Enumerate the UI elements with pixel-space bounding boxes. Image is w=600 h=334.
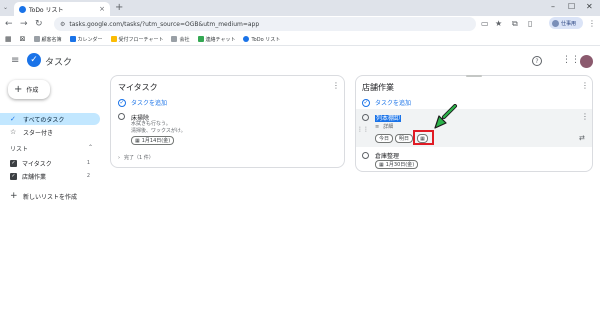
bookmark-item[interactable]: カレンダー [69,36,103,43]
create-button[interactable]: + 作成 [8,80,50,99]
url-text: tasks.google.com/tasks/?utm_source=OGB&u… [69,20,260,28]
store-add-task[interactable]: ✓ タスクを追加 [362,98,411,107]
bookmark-item[interactable]: ToDo リスト [243,36,280,43]
maximize-icon[interactable]: ☐ [568,1,575,13]
sidepanel-icon[interactable]: ▯ [528,18,532,30]
repeat-icon[interactable]: ⇄ [579,134,585,142]
completed-toggle[interactable]: › 完了（1 件） [118,154,154,162]
back-icon[interactable]: ← [5,18,13,30]
drag-handle[interactable] [466,75,482,77]
task-date-chip[interactable]: ▦ 1月30日(金) [375,160,419,169]
main-menu-icon[interactable]: ≡ [11,56,19,66]
create-label: 作成 [26,87,39,94]
sidebar-item-all-tasks[interactable]: ✓ すべてのタスク [0,113,100,125]
task-title-input[interactable]: 列本棚卸 [375,113,402,122]
cast-icon[interactable]: ▭ [481,18,489,30]
calendar-icon: ▦ [379,161,384,168]
task-note: 水拭きも行なう。 [131,121,171,127]
notes-icon: ≡ [375,123,380,130]
tasks-icon [243,36,250,42]
calendar-icon [69,36,76,42]
bookmark-item[interactable]: 連絡チャット [197,36,235,43]
plus-icon: + [14,83,23,95]
list-count: 1 [86,160,90,166]
task-note: 清掃後、ワックスがけ。 [131,128,186,134]
pointer-arrow-icon [434,104,457,129]
tasks-favicon-icon [19,5,26,13]
browser-tab[interactable]: ToDo リスト × [14,2,110,16]
sidebar-item-starred[interactable]: ☆ スター付き [0,126,100,138]
apps-grid-icon[interactable]: ▦ [5,35,12,43]
store-title: 店舗作業 [362,83,394,92]
list-count: 2 [86,173,90,179]
tab-search-icon[interactable]: ⌄ [3,4,11,12]
drag-handle-icon[interactable]: ⋮⋮ [357,126,369,133]
folder-icon [171,36,178,42]
folder-icon [33,36,40,42]
task-kebab-icon[interactable]: ⋮ [581,112,589,121]
close-icon[interactable]: × [99,5,110,13]
app-title: タスク [45,58,73,68]
chevron-right-icon: › [118,154,120,161]
task-complete-circle[interactable] [362,114,369,121]
task-title[interactable]: 倉庫整理 [375,151,399,160]
sheet-icon [110,36,117,42]
google-apps-icon[interactable]: ⋮⋮ [562,55,580,65]
new-tab-button[interactable]: + [115,2,123,14]
bookmark-item[interactable]: 会社 [171,36,190,43]
plus-icon: + [10,191,18,201]
mytasks-title: マイタスク [118,83,158,92]
address-bar[interactable]: ⚙ tasks.google.com/tasks/?utm_source=OGB… [54,17,476,31]
check-circle-icon: ✓ [10,115,16,123]
star-icon[interactable]: ★ [495,18,502,30]
new-list-button[interactable]: + 新しいリストを作成 [0,190,100,202]
site-info-icon[interactable]: ⚙ [60,21,65,28]
mytasks-add-task[interactable]: ✓ タスクを追加 [118,98,167,107]
task-details-row[interactable]: ≡ 詳細 [375,123,393,131]
sidebar-item-mytasks[interactable]: ✓ マイタスク 1 [0,157,100,169]
calendar-icon: ▦ [135,137,140,144]
profile-label: 仕事用 [561,20,577,27]
highlight-box [413,130,434,145]
bookmark-item[interactable]: 顧客名簿 [33,36,62,43]
task-date-chip[interactable]: ▦ 1月14日(金) [131,136,175,145]
lists-header: リスト [10,146,29,153]
forward-icon[interactable]: → [20,18,28,30]
chevron-up-icon[interactable]: ⌃ [88,144,93,151]
minimize-icon[interactable]: – [551,1,555,13]
kebab-icon[interactable]: ⋮ [581,81,589,90]
kebab-icon[interactable]: ⋮ [332,81,340,90]
tomorrow-chip[interactable]: 明日 [395,134,414,143]
bookmarks-bar: ▦ ⊠ 顧客名簿 カレンダー 受付フローチャート 会社 連絡チャット ToDo … [0,33,600,46]
extensions-icon[interactable]: ⧉ [512,18,518,30]
add-task-icon: ✓ [118,98,126,107]
bookmark-icon[interactable]: ⊠ [20,35,26,43]
bookmark-item[interactable]: 受付フローチャート [110,36,163,43]
tasks-logo-icon: ✓ [27,53,41,67]
chat-icon [197,36,204,42]
profile-button[interactable]: 仕事用 [549,17,583,29]
task-complete-circle[interactable] [118,113,125,120]
add-task-icon: ✓ [362,98,370,107]
today-chip[interactable]: 今日 [375,134,394,143]
help-icon[interactable]: ? [532,56,542,66]
avatar[interactable] [580,55,593,68]
browser-menu-icon[interactable]: ⋮ [588,18,596,30]
checkbox-icon[interactable]: ✓ [10,159,17,167]
sidebar-item-store[interactable]: ✓ 店舗作業 2 [0,170,100,182]
tab-title: ToDo リスト [29,6,64,14]
star-icon: ☆ [10,128,17,136]
task-complete-circle[interactable] [362,152,369,159]
reload-icon[interactable]: ↻ [35,18,43,30]
close-window-icon[interactable]: ✕ [586,1,593,13]
checkbox-icon[interactable]: ✓ [10,172,17,180]
profile-avatar-icon [552,19,559,27]
